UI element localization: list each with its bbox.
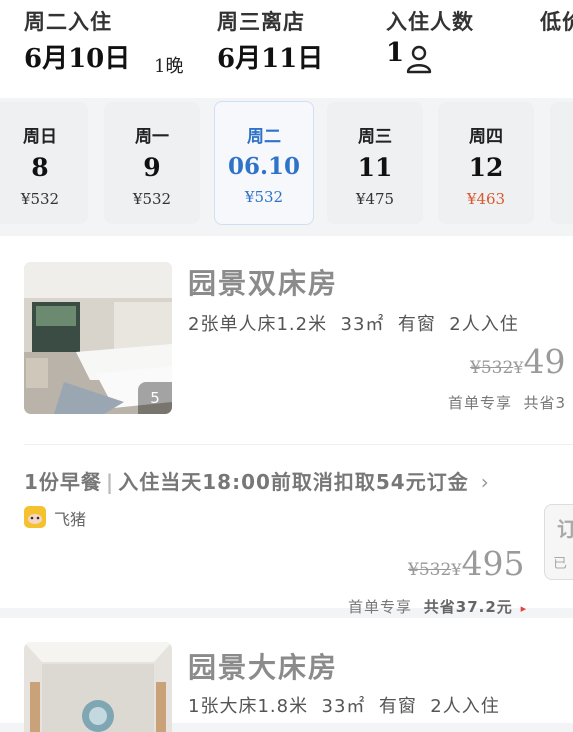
room-card: 园景大床房 1张大床1.8米 33㎡ 有窗 2人入住 [0,618,573,732]
room-name: 园景双床房 [188,267,339,300]
room-photo[interactable]: 5 [24,262,172,414]
offer-currency: ¥ [451,560,462,579]
checkin-date: 6月10日 [24,44,131,74]
lowest-price: 49 [523,342,566,381]
fliggy-logo-icon [24,506,46,528]
offer-price-block: ¥532¥495 [408,544,524,583]
checkin-selector[interactable]: 周二入住 6月10日 1晚 [24,6,194,86]
date-weekday: 周四 [469,127,503,147]
promo-saving: 共省37.2元 [423,598,513,616]
photo-count-badge: 5 [138,382,172,414]
date-card[interactable]: 周三 11 ¥475 [327,102,423,224]
booking-header: 周二入住 6月10日 1晚 周三离店 6月11日 入住人数 1 低价 [0,0,573,98]
room-name: 园景大床房 [188,651,339,684]
date-weekday: 周日 [23,127,57,147]
checkout-selector[interactable]: 周三离店 6月11日 [217,6,367,86]
offer-promo: 首单专享 共省37.2元 ▸ [348,596,527,617]
date-card[interactable]: 周四 12 ¥463 [438,102,534,224]
rate-plan-terms[interactable]: 1份早餐 | 入住当天18:00前取消扣取54元订金 › [24,466,490,495]
book-button-sub: 已 [553,556,567,572]
checkout-label: 周三离店 [217,10,305,34]
room-specs: 2张单人床1.2米 33㎡ 有窗 2人入住 [188,314,519,335]
room-photo-illustration [24,642,172,732]
cancellation-policy: 入住当天18:00前取消扣取54元订金 [118,470,469,494]
person-icon [406,45,432,74]
book-button[interactable]: 订 已 [544,504,573,580]
date-price: ¥463 [466,190,506,208]
date-day: 06.10 [227,153,301,180]
date-weekday: 周二 [247,127,281,147]
date-weekday: 周三 [358,127,392,147]
date-price: ¥532 [132,190,172,208]
room-card: 5 园景双床房 2张单人床1.2米 33㎡ 有窗 2人入住 ¥532¥49 首单… [0,236,573,616]
date-day: 12 [468,153,504,182]
room-price-block: ¥532¥49 [470,342,573,382]
room-promo: 首单专享 共省3 [448,394,567,412]
promo-arrow-icon: ▸ [520,602,528,615]
price-sort-label[interactable]: 低价 [540,6,573,36]
offer-price: 495 [461,544,525,583]
breakfast-info: 1份早餐 [24,470,102,494]
terms-separator: | [105,470,115,494]
date-weekday: 周一 [135,127,169,147]
old-price: ¥532 [470,358,514,378]
rate-plan-row[interactable]: 1份早餐 | 入住当天18:00前取消扣取54元订金 › 飞猪 ¥532¥495 首… [0,446,573,616]
room-specs: 1张大床1.8米 33㎡ 有窗 2人入住 [188,696,500,717]
date-price: ¥532 [244,188,284,206]
date-card-partial[interactable] [550,102,573,224]
date-day: 11 [357,153,393,182]
room-summary[interactable]: 5 园景双床房 2张单人床1.2米 33㎡ 有窗 2人入住 ¥532¥49 首单… [0,236,573,426]
chevron-right-icon: › [480,470,490,494]
checkin-label: 周二入住 [24,10,112,34]
date-day: 8 [31,153,49,182]
room-photo[interactable] [24,642,172,732]
offer-old-price: ¥532 [408,560,452,580]
date-price: ¥532 [20,190,60,208]
divider [24,444,573,445]
date-card-selected[interactable]: 周二 06.10 ¥532 [214,101,314,225]
date-card[interactable]: 周一 9 ¥532 [104,102,200,224]
guests-selector[interactable]: 入住人数 1 [386,6,516,86]
book-button-label: 订 [557,513,573,542]
checkout-date: 6月11日 [217,44,324,74]
room-summary[interactable]: 园景大床房 1张大床1.8米 33㎡ 有窗 2人入住 [0,618,573,732]
nights-count: 1晚 [154,56,184,77]
date-strip: 周日 8 ¥532 周一 9 ¥532 周二 06.10 ¥532 周三 11 … [0,98,573,228]
date-price: ¥475 [355,190,395,208]
seller-name: 飞猪 [54,510,87,529]
guests-label: 入住人数 [386,10,474,34]
promo-first-order: 首单专享 [348,598,413,616]
guests-count: 1 [386,38,405,68]
date-day: 9 [143,153,161,182]
date-card[interactable]: 周日 8 ¥532 [0,102,88,224]
currency-symbol: ¥ [513,358,524,377]
